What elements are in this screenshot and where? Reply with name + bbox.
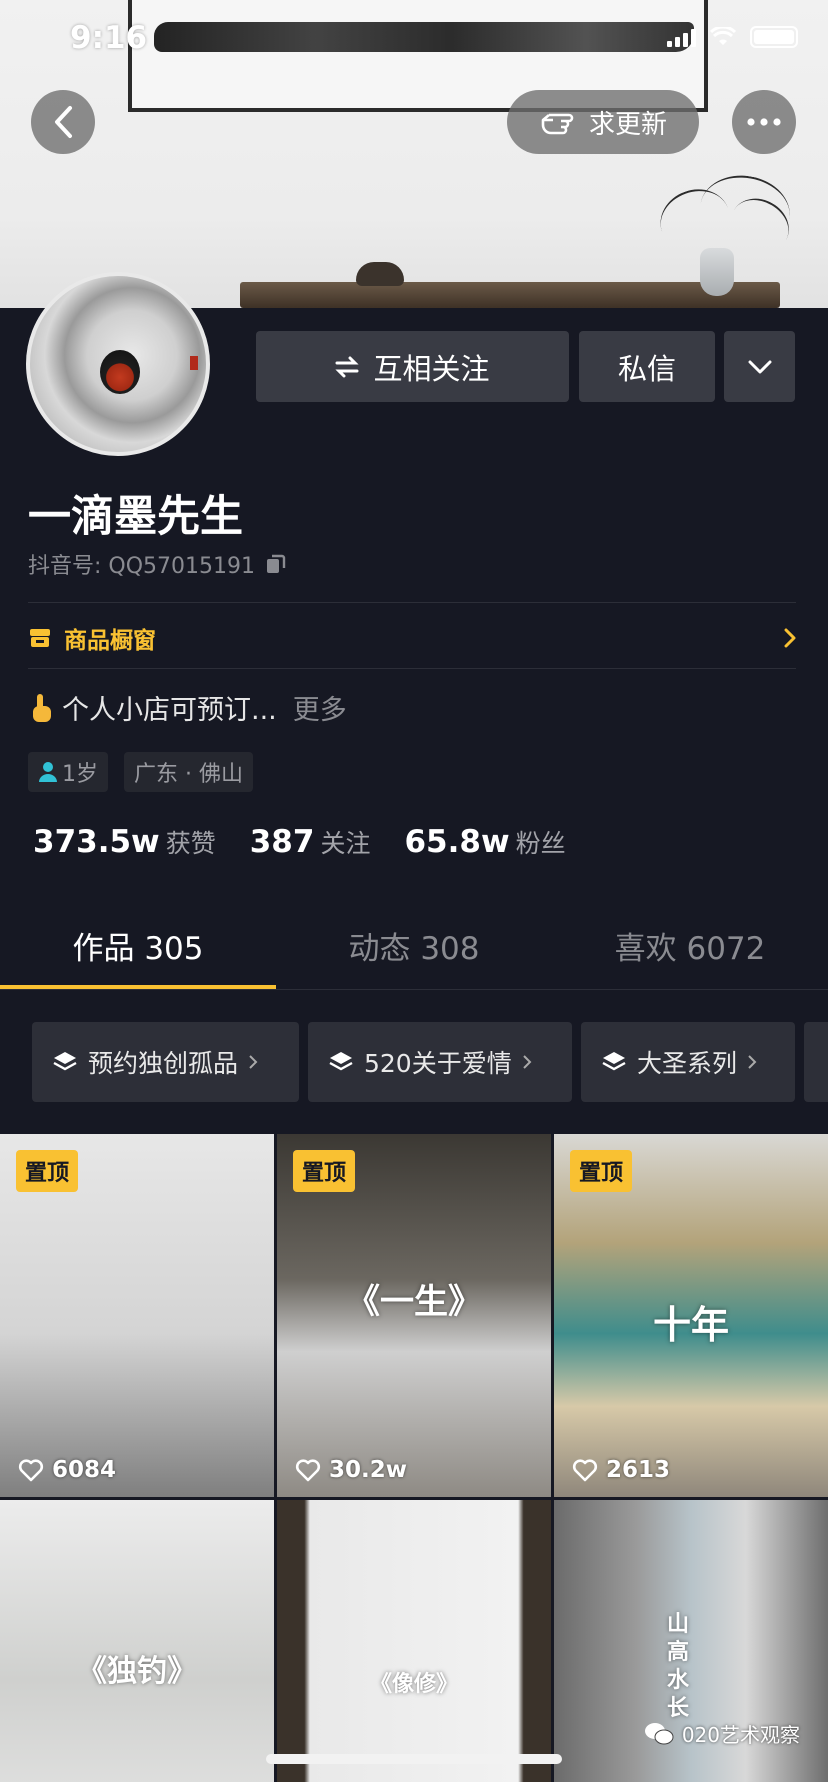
status-time: 9:16 <box>70 20 148 56</box>
tabs-divider <box>0 989 828 990</box>
video-overlay-title: 《独钓》 <box>77 1654 197 1689</box>
tab-works[interactable]: 作品 305 <box>0 908 276 990</box>
more-dots-icon <box>747 118 781 126</box>
home-indicator[interactable] <box>266 1754 562 1764</box>
swap-arrows-icon <box>335 356 360 377</box>
collection-chip[interactable]: 520关于爱情 <box>308 1022 572 1102</box>
pinned-badge: 置顶 <box>293 1150 356 1192</box>
bio-text: 个人小店可预订... <box>62 695 277 726</box>
expand-recommend-button[interactable] <box>724 331 795 402</box>
wifi-icon <box>710 27 736 45</box>
battery-icon <box>750 26 798 48</box>
bio: 个人小店可预订... 更多 <box>28 688 347 727</box>
collection-chips: 预约独创孤品 520关于爱情 大圣系列 <box>32 1022 828 1102</box>
video-grid: 置顶 6084 置顶 《一生》 30.2w 置顶 十年 2613 《独钓》 《像… <box>0 1134 828 1782</box>
heart-icon <box>295 1459 321 1482</box>
cover-vase <box>700 248 734 296</box>
watermark-text: 020艺术观察 <box>681 1723 800 1747</box>
pointing-hand-icon <box>541 113 574 135</box>
video-overlay-title: 十年 <box>652 1302 729 1347</box>
wechat-icon <box>644 1722 674 1744</box>
layers-icon <box>53 1052 77 1071</box>
collection-chip[interactable]: 预约独创孤品 <box>32 1022 299 1102</box>
collection-chip-partial[interactable] <box>804 1022 828 1102</box>
chevron-down-icon <box>748 360 771 373</box>
profile-stats: 373.5w 获赞 387 关注 65.8w 粉丝 <box>33 824 600 860</box>
divider <box>28 668 796 669</box>
layers-icon <box>602 1052 626 1071</box>
video-thumbnail[interactable]: 置顶 6084 <box>0 1134 274 1497</box>
chevron-right-icon <box>523 1055 532 1069</box>
douyin-id-text: 抖音号: QQ57015191 <box>28 554 256 579</box>
message-label: 私信 <box>617 351 676 386</box>
pinned-badge: 置顶 <box>570 1150 633 1192</box>
message-button[interactable]: 私信 <box>579 331 715 402</box>
copy-icon[interactable] <box>265 553 287 575</box>
status-icons <box>667 26 798 48</box>
pointing-up-hand-icon <box>33 693 51 722</box>
signal-icon <box>667 27 696 47</box>
more-options-button[interactable] <box>732 90 796 154</box>
location-tag-text: 广东 · 佛山 <box>134 762 243 787</box>
pinned-badge: 置顶 <box>16 1150 79 1192</box>
video-likes: 6084 <box>18 1457 116 1483</box>
chevron-right-icon <box>748 1055 757 1069</box>
chevron-right-icon <box>249 1055 258 1069</box>
video-likes: 2613 <box>572 1457 670 1483</box>
profile-name: 一滴墨先生 <box>28 492 243 542</box>
request-update-button[interactable]: 求更新 <box>507 90 699 154</box>
watermark: 020艺术观察 <box>644 1719 800 1748</box>
avatar[interactable] <box>26 272 210 456</box>
cover-tea-table <box>240 282 780 308</box>
video-thumbnail[interactable]: 《独钓》 <box>0 1500 274 1782</box>
collection-chip-label: 预约独创孤品 <box>88 1049 239 1078</box>
location-tag: 广东 · 佛山 <box>124 752 253 792</box>
cover-teapot <box>356 262 404 286</box>
tab-activity[interactable]: 动态 308 <box>276 908 552 990</box>
chevron-right-icon <box>784 628 796 648</box>
content-tabs: 作品 305 动态 308 喜欢 6072 <box>0 908 828 990</box>
layers-icon <box>329 1052 353 1071</box>
likes-label: 获赞 <box>165 829 216 858</box>
tab-liked[interactable]: 喜欢 6072 <box>552 908 828 990</box>
heart-icon <box>18 1459 44 1482</box>
request-update-label: 求更新 <box>588 109 667 140</box>
douyin-id: 抖音号: QQ57015191 <box>28 548 287 580</box>
age-tag-text: 1岁 <box>62 762 98 787</box>
mutual-follow-label: 互相关注 <box>373 351 490 386</box>
video-likes-count: 2613 <box>606 1457 671 1483</box>
collection-chip-label: 520关于爱情 <box>364 1049 512 1078</box>
divider <box>28 602 796 603</box>
shop-icon <box>30 629 50 647</box>
followers-count[interactable]: 65.8w <box>404 824 509 860</box>
heart-icon <box>572 1459 598 1482</box>
back-button[interactable] <box>31 90 95 154</box>
video-likes-count: 6084 <box>52 1457 117 1483</box>
video-overlay-title: 《像修》 <box>369 1671 458 1697</box>
following-count[interactable]: 387 <box>250 824 315 860</box>
video-thumbnail[interactable]: 置顶 《一生》 30.2w <box>277 1134 551 1497</box>
video-overlay-title: 《一生》 <box>346 1282 482 1322</box>
shop-window-label: 商品橱窗 <box>64 628 156 654</box>
video-thumbnail[interactable]: 置顶 十年 2613 <box>554 1134 828 1497</box>
following-label[interactable]: 关注 <box>320 824 370 860</box>
followers-label[interactable]: 粉丝 <box>516 824 566 860</box>
shop-window-row[interactable]: 商品橱窗 <box>28 616 796 660</box>
bio-more-link[interactable]: 更多 <box>293 688 347 727</box>
video-overlay-title: 山高水长 <box>666 1611 689 1721</box>
likes-count: 373.5w <box>33 824 160 860</box>
collection-chip-label: 大圣系列 <box>637 1049 738 1078</box>
chevron-left-icon <box>55 106 72 138</box>
video-thumbnail[interactable]: 《像修》 <box>277 1500 551 1782</box>
person-icon <box>39 762 57 782</box>
mutual-follow-button[interactable]: 互相关注 <box>256 331 569 402</box>
collection-chip[interactable]: 大圣系列 <box>581 1022 795 1102</box>
video-likes: 30.2w <box>295 1457 407 1483</box>
age-tag: 1岁 <box>28 752 108 792</box>
video-likes-count: 30.2w <box>329 1457 407 1483</box>
